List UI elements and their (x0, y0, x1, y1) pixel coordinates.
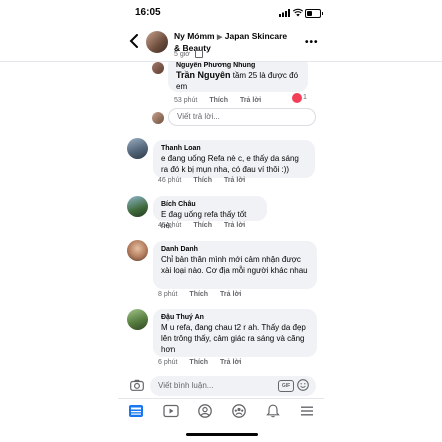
comment-time: 53 phút (174, 97, 198, 104)
reply-button[interactable]: Trả lời (240, 97, 261, 104)
comment-time: 46 phút (158, 177, 182, 184)
comment-text: M u refa, đang chau t2 r ah. Thấy da đẹp… (161, 323, 306, 354)
groups-icon[interactable] (231, 404, 247, 418)
author-avatar[interactable] (146, 31, 168, 53)
post-time: 5 giờ (174, 50, 190, 58)
avatar[interactable] (127, 240, 148, 261)
profile-icon[interactable] (197, 404, 213, 418)
comment-time: 45 phút (158, 222, 182, 229)
reply-placeholder: Viết trả lời... (177, 112, 220, 121)
avatar[interactable] (127, 196, 148, 217)
mention-tag[interactable]: Trần Nguyên (176, 70, 231, 80)
commenter-name[interactable]: Đậu Thuý An (161, 313, 309, 322)
watch-icon[interactable] (163, 404, 179, 418)
menu-icon[interactable] (299, 404, 315, 418)
group-icon (194, 50, 203, 58)
gif-button[interactable]: GIF (278, 380, 294, 392)
status-time: 16:05 (135, 7, 161, 18)
avatar[interactable] (127, 309, 148, 330)
emoji-icon[interactable] (297, 379, 309, 391)
commenter-name[interactable]: Thanh Loan (161, 144, 307, 153)
notifications-icon[interactable] (265, 404, 281, 418)
comment-actions: 6 phút Thích Trả lời (158, 359, 251, 366)
wifi-icon (293, 8, 303, 17)
my-avatar (152, 112, 164, 124)
status-bar: 16:05 (0, 0, 442, 24)
comments-list: Nguyễn Phương Nhung Trần Nguyên tầm 25 l… (0, 62, 442, 375)
commenter-name[interactable]: Nguyễn Phương Nhung (176, 62, 300, 70)
commenter-name[interactable]: Danh Danh (161, 245, 309, 254)
comment-bubble: Nguyễn Phương Nhung Trần Nguyên tầm 25 l… (168, 62, 308, 92)
author-name[interactable]: Ny Mómm (174, 31, 215, 41)
post-header: Ny Mómm ▶ Japan Skincare & Beauty 5 giờ … (0, 25, 442, 62)
comment-bubble: Danh Danh Chỉ bản thân mình mới cảm nhận… (153, 241, 317, 289)
reply-button[interactable]: Trả lời (220, 291, 241, 298)
comment-bubble: Thanh Loan e đang uống Refa nè c, e thấy… (153, 140, 315, 178)
reply-input[interactable]: Viết trả lời... (168, 108, 316, 126)
more-options-button[interactable]: ••• (305, 37, 319, 48)
commenter-name[interactable]: Bích Châu (161, 200, 259, 209)
camera-icon[interactable] (130, 379, 144, 391)
post-meta: 5 giờ (174, 50, 203, 58)
tab-bar (118, 398, 324, 423)
comment-text: Trần Nguyên tầm 25 là được đó em (176, 70, 300, 92)
separator-arrow-icon: ▶ (217, 34, 223, 41)
reply-button[interactable]: Trả lời (224, 222, 245, 229)
comment-actions: 8 phút Thích Trả lời (158, 291, 251, 298)
comment-bubble: Đậu Thuý An M u refa, đang chau t2 r ah.… (153, 309, 317, 357)
comment-placeholder: Viết bình luận... (158, 381, 214, 390)
home-indicator[interactable] (186, 433, 258, 436)
comment-time: 8 phút (158, 291, 178, 298)
reaction-count: 1 (303, 94, 307, 101)
comment-actions: 53 phút Thích Trả lời (174, 97, 271, 104)
like-button[interactable]: Thích (193, 222, 212, 229)
like-button[interactable]: Thích (189, 291, 208, 298)
avatar[interactable] (127, 138, 148, 159)
reply-button[interactable]: Trả lời (224, 177, 245, 184)
comment-actions: 46 phút Thích Trả lời (158, 177, 255, 184)
screen: 16:05 Ny Mómm ▶ Japan Skincare & Beauty … (0, 0, 442, 442)
like-button[interactable]: Thích (193, 177, 212, 184)
comment-time: 6 phút (158, 359, 178, 366)
back-arrow-icon[interactable] (128, 34, 140, 48)
like-button[interactable]: Thích (209, 97, 228, 104)
battery-icon (305, 9, 323, 18)
comment-text: e đang uống Refa nè c, e thấy da sáng ra… (161, 154, 299, 174)
comment-text: Chỉ bản thân mình mới cảm nhận được xài … (161, 255, 308, 275)
avatar[interactable] (152, 62, 164, 74)
reply-button[interactable]: Trả lời (220, 359, 241, 366)
comment-actions: 45 phút Thích Trả lời (158, 222, 255, 229)
signal-icon (279, 9, 290, 17)
comment-composer: Viết bình luận... GIF (0, 376, 442, 396)
news-feed-icon[interactable] (128, 404, 144, 418)
comment-bubble: Bích Châu E đag uống refa thấy tốt nè. (153, 196, 267, 230)
like-button[interactable]: Thích (189, 359, 208, 366)
heart-reaction-icon[interactable] (292, 93, 302, 103)
